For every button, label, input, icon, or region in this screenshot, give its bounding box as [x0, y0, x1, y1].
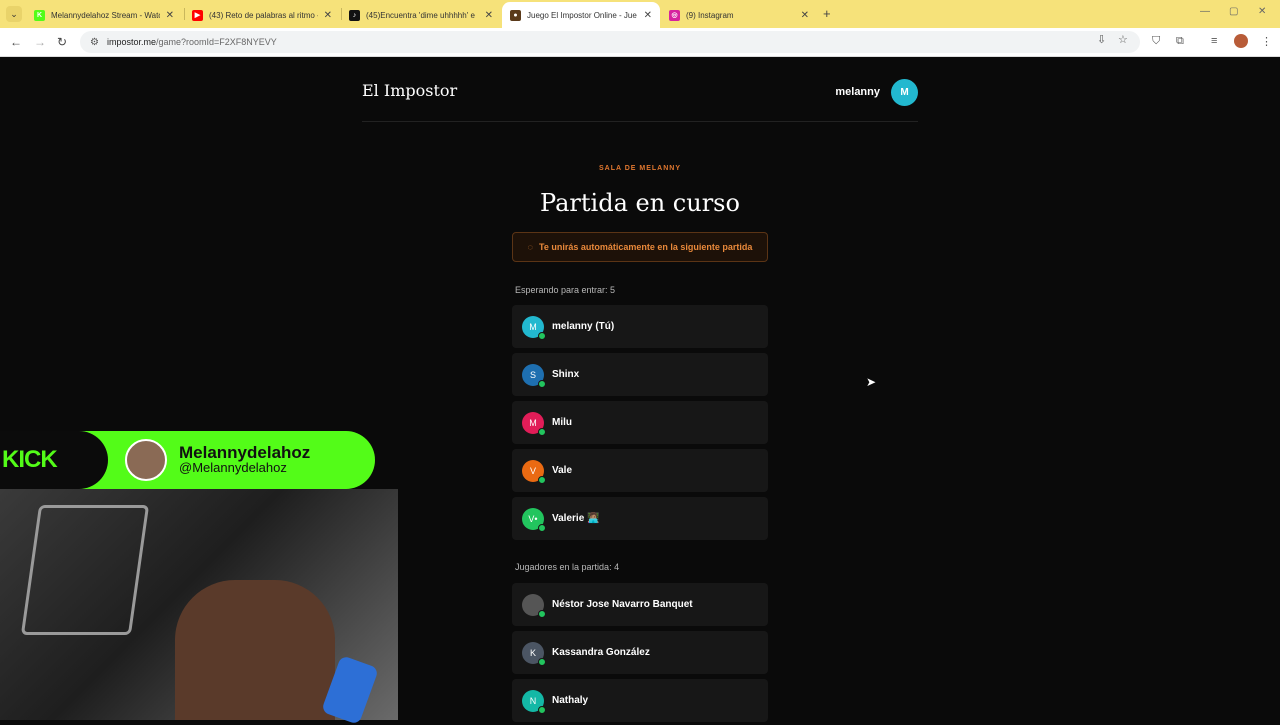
player-avatar: M [522, 411, 546, 436]
player-avatar: V [522, 459, 546, 484]
forward-icon[interactable]: → [34, 35, 46, 49]
browser-tab-active[interactable]: ● Juego El Impostor Online - Jue ✕ [502, 2, 660, 28]
player-avatar-letter: V• [528, 513, 538, 524]
shield-icon[interactable]: ⛉ [1152, 35, 1160, 48]
extensions-icon[interactable]: ⧉ [1176, 35, 1184, 48]
address-bar[interactable]: ⚙ impostor.me/game?roomId=F2XF8NYEVY [80, 31, 1140, 53]
mouse-cursor-icon: ➤ [866, 375, 877, 389]
user-avatar[interactable]: M [891, 79, 918, 106]
player-name: Shinx [552, 369, 580, 380]
streamer-avatar [125, 439, 167, 481]
player-avatar-letter: M [529, 417, 537, 428]
player-row: Mmelanny (Tú) [512, 305, 768, 348]
youtube-icon: ▶ [192, 9, 203, 21]
player-avatar: S [522, 363, 546, 388]
player-name: melanny (Tú) [552, 321, 615, 332]
browser-tab[interactable]: ▶ (43) Reto de palabras al ritmo - ✕ [184, 2, 340, 28]
browser-tab-bar: ⌄ K Melannydelahoz Stream - Watc ✕ ▶ (43… [0, 0, 1280, 28]
player-name: Kassandra González [552, 647, 650, 658]
close-tab-icon[interactable]: ✕ [801, 10, 809, 21]
minimize-icon[interactable]: — [1200, 6, 1210, 17]
player-avatar-letter: S [529, 369, 536, 380]
close-tab-icon[interactable]: ✕ [644, 10, 652, 21]
online-status-icon [538, 379, 546, 388]
player-row: V Vale [512, 449, 768, 492]
close-tab-icon[interactable]: ✕ [166, 10, 174, 21]
online-status-icon [538, 523, 546, 532]
player-row: K Kassandra González [512, 631, 768, 674]
player-avatar-letter: M [529, 321, 537, 332]
player-name: Vale [552, 465, 573, 476]
site-info-icon[interactable]: ⚙ [90, 37, 99, 48]
player-row: N Nathaly [512, 679, 768, 722]
player-row: Néstor Jose Navarro Banquet [512, 583, 768, 626]
online-status-icon [538, 475, 546, 484]
back-icon[interactable]: ← [10, 35, 22, 49]
page-title: Partida en curso [540, 189, 740, 217]
playing-section-label: Jugadores en la partida: 4 [515, 562, 620, 572]
auto-join-notice: ◌ Te unirás automáticamente en la siguie… [512, 232, 768, 262]
browser-toolbar: ← → ↻ ⚙ impostor.me/game?roomId=F2XF8NYE… [0, 28, 1280, 57]
kick-logo: KICK [2, 446, 58, 473]
player-name: Valerie 👩🏽‍💻 [552, 513, 600, 524]
player-name: Milu [552, 417, 572, 428]
webcam-chair [20, 505, 150, 635]
player-avatar: K [522, 641, 546, 666]
maximize-icon[interactable]: ▢ [1229, 6, 1238, 17]
notice-text: Te unirás automáticamente en la siguient… [538, 242, 753, 252]
close-window-icon[interactable]: ✕ [1258, 6, 1266, 17]
bookmark-star-icon[interactable]: ☆ [1118, 33, 1128, 46]
browser-tab[interactable]: ◎ (9) Instagram ✕ [661, 2, 817, 28]
player-avatar: V• [522, 507, 546, 532]
loading-spinner-icon: ◌ [527, 242, 533, 252]
tab-search-icon[interactable]: ⌄ [6, 6, 22, 22]
online-status-icon [538, 331, 546, 340]
url-text: impostor.me/game?roomId=F2XF8NYEVY [106, 37, 277, 47]
username: melanny [835, 86, 880, 98]
reload-icon[interactable]: ↻ [57, 35, 67, 49]
site-header: El Impostor melanny M [362, 57, 918, 122]
site-logo[interactable]: El Impostor [362, 81, 457, 100]
instagram-icon: ◎ [669, 9, 680, 21]
online-status-icon [538, 657, 546, 666]
player-avatar-letter: K [529, 647, 536, 658]
player-row: S Shinx [512, 353, 768, 396]
close-tab-icon[interactable]: ✕ [324, 10, 332, 21]
install-app-icon[interactable]: ⇩ [1097, 33, 1106, 46]
player-name: Nathaly [552, 695, 589, 706]
kick-icon: K [34, 9, 45, 21]
player-avatar: N [522, 689, 546, 714]
player-avatar [522, 593, 546, 618]
close-tab-icon[interactable]: ✕ [485, 10, 493, 21]
menu-icon[interactable]: ⋮ [1261, 35, 1272, 48]
room-label: SALA DE MELANNY [598, 165, 682, 172]
browser-tab[interactable]: ♪ (45)Encuentra 'dime uhhhhh' e ✕ [341, 2, 501, 28]
tiktok-icon: ♪ [349, 9, 360, 21]
player-avatar-letter: N [529, 695, 537, 706]
online-status-icon [538, 705, 546, 714]
player-avatar: M [522, 315, 546, 340]
player-name: Néstor Jose Navarro Banquet [552, 599, 693, 610]
player-avatar-letter: V [529, 465, 536, 476]
impostor-icon: ● [510, 9, 521, 21]
browser-tab[interactable]: K Melannydelahoz Stream - Watc ✕ [26, 2, 182, 28]
profile-avatar[interactable] [1234, 34, 1248, 48]
waiting-section-label: Esperando para entrar: 5 [515, 285, 616, 295]
media-control-icon[interactable]: ≡ [1211, 35, 1217, 47]
streamer-handle: @Melannydelahoz [179, 460, 287, 475]
webcam-person [175, 580, 335, 720]
player-row: V• Valerie 👩🏽‍💻 [512, 497, 768, 540]
new-tab-icon[interactable]: + [823, 6, 831, 21]
online-status-icon [538, 427, 546, 436]
player-row: M Milu [512, 401, 768, 444]
online-status-icon [538, 609, 546, 618]
